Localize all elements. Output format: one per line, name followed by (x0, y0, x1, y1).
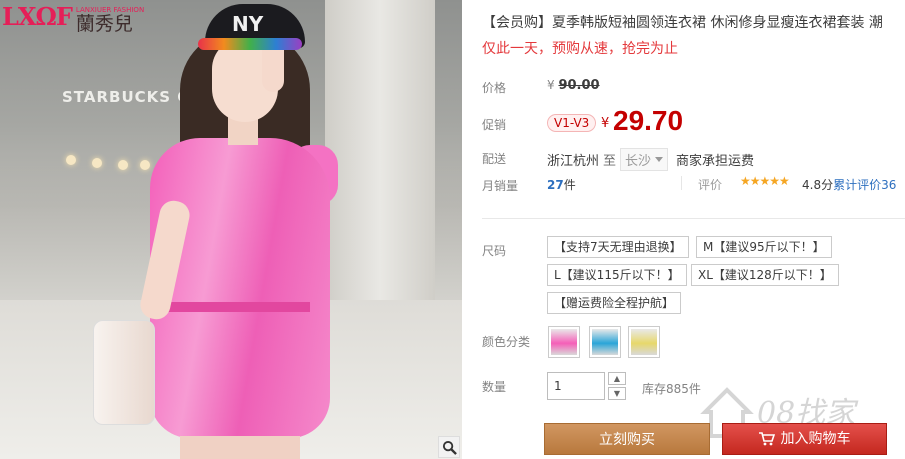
model-cap-brim (198, 38, 302, 50)
shipping-label: 配送 (482, 152, 507, 166)
buy-now-button[interactable]: 立刻购买 (544, 423, 710, 455)
divider (681, 176, 682, 190)
logo-mark: LXΩF (2, 2, 73, 31)
rating-label: 评价 (698, 178, 723, 192)
swatch-image (592, 329, 618, 355)
size-option-xl[interactable]: XL【建议128斤以下！】 (691, 264, 839, 286)
original-price: ¥ 90.00 (547, 78, 600, 93)
color-swatch-pink[interactable] (548, 326, 580, 358)
light-dot (118, 160, 128, 170)
member-level-badge: V1-V3 (547, 114, 597, 132)
total-reviews-count: 36 (881, 178, 897, 192)
size-option[interactable]: 【赠运费险全程护航】 (547, 292, 682, 314)
light-dot (66, 155, 76, 165)
sales-label: 月销量 (482, 179, 519, 193)
monthly-sales: 27件 (547, 176, 576, 193)
promo-label: 促销 (482, 118, 507, 132)
model-legs (180, 436, 300, 459)
promo-price: 29.70 (613, 105, 684, 136)
star-rating-icon: ★★★★★ (740, 174, 790, 188)
ship-from: 浙江杭州 (547, 154, 600, 169)
sales-unit: 件 (563, 178, 576, 192)
chevron-up-icon: ▲ (613, 374, 621, 383)
logo-chinese: 蘭秀兒 (75, 13, 133, 35)
chevron-down-icon: ▼ (613, 389, 621, 398)
magnifier-icon (442, 440, 457, 455)
color-label: 颜色分类 (482, 335, 531, 349)
model-dress (150, 138, 330, 438)
rating-score: 4.8分 (802, 178, 834, 192)
divider (482, 218, 905, 219)
size-option[interactable]: 【支持7天无理由退换】 (547, 236, 689, 258)
shipping-info: 浙江杭州 至 长沙 商家承担运费 (547, 148, 754, 171)
quantity-label: 数量 (482, 380, 507, 394)
product-title: 【会员购】夏季韩版短袖圆领连衣裙 休闲修身显瘦连衣裙套装 潮 (482, 15, 883, 31)
total-reviews-label: 累计评价 (833, 178, 882, 192)
quantity-increase-button[interactable]: ▲ (608, 372, 626, 385)
chevron-down-icon (655, 157, 664, 162)
product-info: 【会员购】夏季韩版短袖圆领连衣裙 休闲修身显瘦连衣裙套装 潮 仅此一天，预购从速… (482, 0, 905, 459)
model-belt (160, 302, 310, 312)
zoom-button[interactable] (438, 436, 460, 458)
swatch-image (631, 329, 657, 355)
light-dot (140, 160, 150, 170)
quantity-decrease-button[interactable]: ▼ (608, 387, 626, 400)
model-handbag (93, 320, 155, 425)
destination-select[interactable]: 长沙 (620, 148, 669, 171)
destination-value: 长沙 (625, 154, 652, 169)
product-subtitle: 仅此一天，预购从速，抢完为止 (482, 41, 678, 57)
price-label: 价格 (482, 81, 507, 95)
size-option-m[interactable]: M【建议95斤以下！】 (696, 236, 832, 258)
product-photo[interactable]: STARBUCKS CO NY LXΩF LANXIUER FASHION 蘭秀… (0, 0, 462, 459)
color-swatch-yellow[interactable] (628, 326, 660, 358)
color-swatch-blue[interactable] (589, 326, 621, 358)
cart-icon (758, 432, 775, 446)
add-to-cart-label: 加入购物车 (780, 431, 851, 447)
stock-info: 库存885件 (642, 382, 701, 396)
add-to-cart-button[interactable]: 加入购物车 (722, 423, 887, 455)
logo-brand: LANXIUER FASHION 蘭秀兒 (76, 4, 144, 34)
size-label: 尺码 (482, 244, 507, 258)
swatch-image (551, 329, 577, 355)
light-dot (92, 158, 102, 168)
quantity-input[interactable]: 1 (547, 372, 605, 400)
brand-logo: LXΩF LANXIUER FASHION 蘭秀兒 (2, 2, 144, 35)
ship-to-word: 至 (603, 154, 617, 169)
currency-symbol: ¥ (547, 78, 555, 92)
promo-currency: ¥ (601, 116, 610, 131)
shipping-note: 商家承担运费 (676, 154, 755, 169)
cap-text: NY (232, 12, 264, 36)
size-option-l[interactable]: L【建议115斤以下！】 (547, 264, 687, 286)
original-price-value: 90.00 (558, 78, 600, 93)
rating-summary[interactable]: 4.8分累计评价36 (802, 176, 896, 193)
sales-count: 27 (547, 178, 564, 192)
